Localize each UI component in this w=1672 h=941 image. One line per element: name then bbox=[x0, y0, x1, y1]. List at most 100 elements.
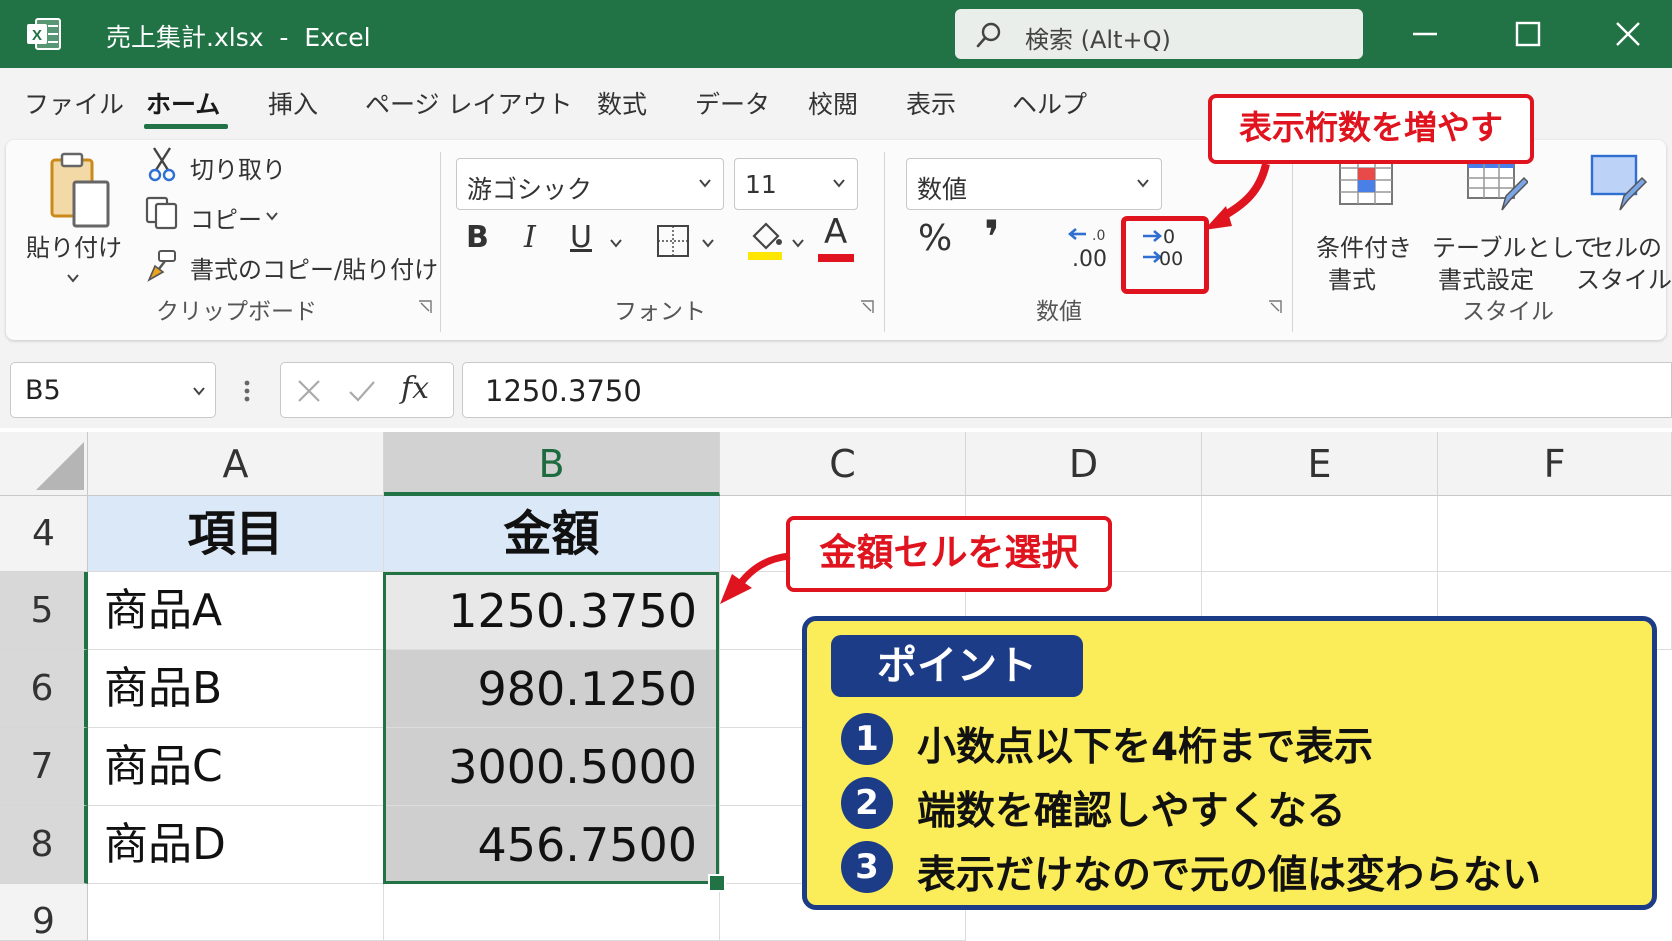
row-header-6[interactable]: 6 bbox=[0, 650, 88, 728]
number-format-value: 数値 bbox=[917, 175, 968, 204]
dialog-launcher-icon[interactable] bbox=[1268, 300, 1282, 314]
maximize-icon[interactable] bbox=[1508, 14, 1548, 54]
cell-a4[interactable]: 項目 bbox=[88, 496, 384, 572]
select-all-button[interactable] bbox=[0, 432, 88, 496]
chevron-down-icon[interactable] bbox=[700, 235, 716, 251]
cell-b4[interactable]: 金額 bbox=[384, 496, 720, 572]
row-header-5[interactable]: 5 bbox=[0, 572, 88, 650]
cell-styles-icon bbox=[1590, 154, 1648, 211]
column-header-c[interactable]: C bbox=[720, 432, 966, 496]
format-painter-label: 書式のコピー/貼り付け bbox=[190, 256, 439, 284]
copy-label: コピー bbox=[190, 206, 262, 234]
borders-icon[interactable] bbox=[656, 224, 690, 258]
active-tab-indicator bbox=[144, 124, 228, 129]
cell-b9[interactable] bbox=[384, 884, 720, 941]
name-box[interactable]: B5 bbox=[10, 362, 216, 418]
tab-data[interactable]: データ bbox=[695, 85, 770, 121]
number-badge: 2 bbox=[841, 777, 893, 829]
scissors-icon bbox=[148, 147, 176, 182]
column-header-f[interactable]: F bbox=[1438, 432, 1672, 496]
italic-button[interactable]: I bbox=[524, 220, 536, 255]
point-text: 表示だけなので元の値は変わらない bbox=[917, 853, 1542, 898]
number-badge: 3 bbox=[841, 841, 893, 893]
row-header-7[interactable]: 7 bbox=[0, 728, 88, 806]
fill-color-icon[interactable] bbox=[746, 218, 784, 262]
cell-e4[interactable] bbox=[1202, 496, 1438, 572]
number-format-select[interactable]: 数値 bbox=[906, 158, 1162, 210]
row-header-9[interactable]: 9 bbox=[0, 884, 88, 941]
tab-review[interactable]: 校閲 bbox=[808, 85, 858, 121]
window-title: 売上集計.xlsx - Excel bbox=[106, 23, 371, 52]
increase-decimal-callout: 表示桁数を増やす bbox=[1208, 94, 1534, 164]
tab-view[interactable]: 表示 bbox=[906, 85, 956, 121]
formula-bar: B5 fx 1250.3750 bbox=[0, 346, 1672, 428]
cell-b7[interactable]: 3000.5000 bbox=[384, 728, 720, 806]
chevron-down-icon bbox=[1137, 179, 1149, 188]
callout-arrow-icon bbox=[1204, 162, 1270, 230]
dialog-launcher-icon[interactable] bbox=[418, 300, 432, 314]
column-header-a[interactable]: A bbox=[88, 432, 384, 496]
increase-decimal-highlight bbox=[1121, 216, 1209, 294]
clipboard-group-label: クリップボード bbox=[156, 299, 317, 325]
column-header-d[interactable]: D bbox=[966, 432, 1202, 496]
font-family-select[interactable]: 游ゴシック bbox=[456, 158, 724, 210]
insert-function-button[interactable]: fx bbox=[401, 371, 429, 406]
row-header-4[interactable]: 4 bbox=[0, 496, 88, 572]
cell-b6[interactable]: 980.1250 bbox=[384, 650, 720, 728]
chevron-down-icon[interactable] bbox=[608, 235, 624, 251]
cancel-icon[interactable] bbox=[295, 377, 323, 405]
callout-arrow-icon bbox=[720, 552, 791, 604]
formula-input[interactable]: 1250.3750 bbox=[462, 362, 1672, 418]
chevron-down-icon bbox=[833, 179, 845, 188]
cell-a6[interactable]: 商品B bbox=[88, 650, 384, 728]
cell-f4[interactable] bbox=[1438, 496, 1672, 572]
search-box[interactable]: 検索 (Alt+Q) bbox=[955, 9, 1363, 59]
format-as-table-label-1: テーブルとして bbox=[1432, 234, 1598, 262]
formula-buttons: fx bbox=[280, 362, 454, 418]
copy-icon bbox=[145, 196, 178, 230]
format-as-table-label-2: 書式設定 bbox=[1438, 266, 1534, 294]
paste-label: 貼り付け bbox=[26, 234, 122, 262]
chevron-down-icon bbox=[67, 274, 79, 283]
comma-style-button[interactable]: ❜ bbox=[984, 210, 1000, 264]
tab-file[interactable]: ファイル bbox=[24, 85, 124, 121]
decrease-decimal-icon[interactable]: .0 .00 bbox=[1066, 226, 1112, 270]
row-header-8[interactable]: 8 bbox=[0, 806, 88, 884]
tab-insert[interactable]: 挿入 bbox=[268, 85, 318, 121]
group-divider bbox=[440, 152, 441, 332]
cell-a8[interactable]: 商品D bbox=[88, 806, 384, 884]
point-text: 端数を確認しやすくなる bbox=[917, 789, 1346, 834]
formula-value: 1250.3750 bbox=[485, 374, 642, 408]
tab-page-layout[interactable]: ページ レイアウト bbox=[365, 85, 572, 121]
font-size-select[interactable]: 11 bbox=[734, 158, 858, 210]
dialog-launcher-icon[interactable] bbox=[860, 300, 874, 314]
fill-handle[interactable] bbox=[708, 874, 726, 892]
cell-a5[interactable]: 商品A bbox=[88, 572, 384, 650]
tab-help[interactable]: ヘルプ bbox=[1012, 85, 1087, 121]
bold-button[interactable]: B bbox=[466, 220, 489, 255]
point-text: 小数点以下を4桁まで表示 bbox=[917, 725, 1374, 770]
font-color-letter: A bbox=[824, 212, 848, 252]
column-header-e[interactable]: E bbox=[1202, 432, 1438, 496]
search-placeholder: 検索 (Alt+Q) bbox=[1025, 26, 1171, 54]
point-title: ポイント bbox=[831, 635, 1083, 697]
cell-a7[interactable]: 商品C bbox=[88, 728, 384, 806]
underline-button[interactable]: U bbox=[570, 220, 592, 255]
close-icon[interactable] bbox=[1608, 14, 1648, 54]
paste-icon bbox=[50, 152, 110, 228]
cell-b8[interactable]: 456.7500 bbox=[384, 806, 720, 884]
column-header-b[interactable]: B bbox=[384, 432, 720, 496]
tab-home[interactable]: ホーム bbox=[146, 85, 220, 121]
svg-text:.0: .0 bbox=[1092, 228, 1105, 244]
minimize-icon[interactable] bbox=[1405, 14, 1445, 54]
cell-a9[interactable] bbox=[88, 884, 384, 941]
chevron-down-icon[interactable] bbox=[790, 235, 806, 251]
svg-text:X: X bbox=[32, 27, 42, 44]
cell-styles-label-1: セルの bbox=[1590, 234, 1662, 262]
tab-formulas[interactable]: 数式 bbox=[597, 85, 647, 121]
more-options-icon[interactable] bbox=[240, 376, 254, 406]
cell-b5[interactable]: 1250.3750 bbox=[384, 572, 720, 650]
point-box: ポイント 1 小数点以下を4桁まで表示 2 端数を確認しやすくなる 3 表示だけ… bbox=[802, 616, 1657, 910]
percent-style-button[interactable]: % bbox=[918, 218, 952, 259]
enter-icon[interactable] bbox=[347, 377, 377, 405]
